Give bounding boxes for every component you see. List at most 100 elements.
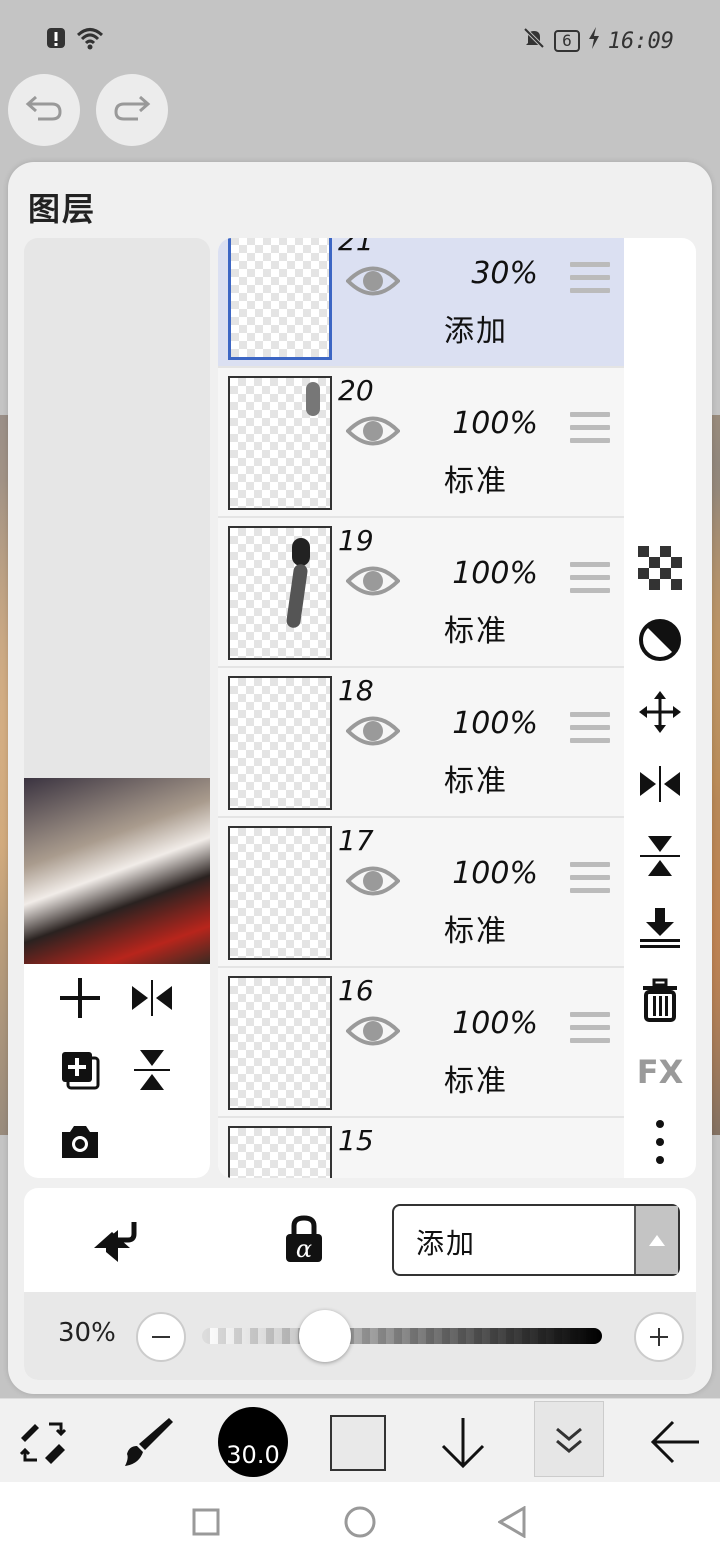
layer-opacity: 100% xyxy=(452,706,538,741)
visibility-eye-icon[interactable] xyxy=(346,1004,400,1058)
checkerboard-icon xyxy=(638,546,682,590)
layer-number: 17 xyxy=(338,824,374,857)
main-toolbar: 30.0 xyxy=(0,1398,720,1482)
drag-handle-icon[interactable] xyxy=(570,562,610,596)
opacity-slider-knob[interactable] xyxy=(299,1310,351,1362)
duplicate-layer-button[interactable] xyxy=(56,1046,104,1094)
blend-mode-select[interactable]: 添加 xyxy=(392,1204,680,1276)
dropdown-arrow-icon[interactable] xyxy=(634,1206,678,1274)
system-back-button[interactable] xyxy=(497,1505,526,1542)
alpha-lock-icon: α xyxy=(286,1215,322,1263)
opacity-slider-track[interactable] xyxy=(202,1328,602,1344)
layer-blend-mode: 添加 xyxy=(444,314,508,349)
layer-properties: α 添加 30% xyxy=(24,1188,696,1380)
color-swatch[interactable] xyxy=(330,1415,386,1471)
layer-thumbnail[interactable] xyxy=(228,238,332,360)
layer-opacity: 100% xyxy=(452,406,538,441)
svg-text:α: α xyxy=(296,1235,312,1263)
alpha-lock-button[interactable]: α xyxy=(276,1212,332,1268)
undo-button[interactable] xyxy=(8,74,80,146)
flip-horizontal-icon xyxy=(132,980,172,1016)
charging-icon xyxy=(588,27,600,55)
more-options-button[interactable] xyxy=(632,1114,688,1170)
move-arrows-icon xyxy=(639,691,681,733)
layer-thumbnail[interactable] xyxy=(228,676,332,810)
layer-number: 15 xyxy=(338,1124,374,1157)
layer-thumbnail[interactable] xyxy=(228,526,332,660)
layer-thumbnail[interactable] xyxy=(228,376,332,510)
layer-number: 20 xyxy=(338,374,374,407)
delete-layer-button[interactable] xyxy=(632,972,688,1028)
clipping-button[interactable] xyxy=(632,612,688,668)
flip-vertical-canvas-button[interactable] xyxy=(128,1046,176,1094)
redo-icon xyxy=(112,93,152,127)
panel-title: 图层 xyxy=(28,190,97,228)
camera-icon xyxy=(62,1126,98,1158)
flip-layer-vertical-button[interactable] xyxy=(632,828,688,884)
layer-tools xyxy=(24,964,210,1178)
tool-switch-button[interactable] xyxy=(8,1407,78,1477)
layer-row[interactable]: 19 100% 标准 xyxy=(218,518,624,668)
flip-vertical-icon xyxy=(134,1050,170,1090)
brush-tool-button[interactable] xyxy=(112,1407,182,1477)
layer-row[interactable]: 17 100% 标准 xyxy=(218,818,624,968)
alert-icon xyxy=(46,26,66,54)
visibility-eye-icon[interactable] xyxy=(346,404,400,458)
brush-icon xyxy=(125,1418,173,1466)
visibility-eye-icon[interactable] xyxy=(346,554,400,608)
flip-layer-horizontal-button[interactable] xyxy=(632,756,688,812)
canvas-thumbnail[interactable] xyxy=(24,778,210,964)
home-button[interactable] xyxy=(344,1506,376,1542)
layer-opacity: 100% xyxy=(452,1006,538,1041)
layer-thumbnail[interactable] xyxy=(228,1126,332,1178)
clip-to-below-button[interactable] xyxy=(94,1212,150,1268)
transparency-button[interactable] xyxy=(632,540,688,596)
layer-list[interactable]: 21 30% 添加 20 100% 标准 19 100% 标准 18 100% … xyxy=(218,238,624,1178)
layer-thumbnail[interactable] xyxy=(228,976,332,1110)
layer-thumbnail[interactable] xyxy=(228,826,332,960)
drag-handle-icon[interactable] xyxy=(570,1012,610,1046)
collapse-panel-button[interactable] xyxy=(534,1401,604,1477)
layer-opacity: 100% xyxy=(452,856,538,891)
pen-eraser-swap-icon xyxy=(19,1422,67,1464)
status-bar: 6 16:09 xyxy=(0,0,720,80)
recent-apps-button[interactable] xyxy=(192,1508,220,1540)
redo-button[interactable] xyxy=(96,74,168,146)
visibility-eye-icon[interactable] xyxy=(346,854,400,908)
import-photo-button[interactable] xyxy=(56,1118,104,1166)
visibility-eye-icon[interactable] xyxy=(346,254,400,308)
move-layer-button[interactable] xyxy=(632,684,688,740)
blend-mode-value: 添加 xyxy=(416,1227,477,1260)
opacity-increase-button[interactable] xyxy=(634,1312,684,1362)
layer-number: 19 xyxy=(338,524,374,557)
layer-opacity: 30% xyxy=(471,256,538,291)
opacity-decrease-button[interactable] xyxy=(136,1312,186,1362)
flip-horizontal-canvas-button[interactable] xyxy=(128,974,176,1022)
drag-handle-icon[interactable] xyxy=(570,412,610,446)
triangle-back-icon xyxy=(497,1505,526,1539)
back-button[interactable] xyxy=(640,1407,710,1477)
fx-button[interactable]: FX xyxy=(632,1044,688,1100)
layer-row[interactable]: 20 100% 标准 xyxy=(218,368,624,518)
opacity-value-label: 30% xyxy=(58,1318,116,1348)
visibility-eye-icon[interactable] xyxy=(346,704,400,758)
drag-handle-icon[interactable] xyxy=(570,712,610,746)
layer-opacity: 100% xyxy=(452,556,538,591)
move-down-button[interactable] xyxy=(428,1407,498,1477)
layer-row[interactable]: 16 100% 标准 xyxy=(218,968,624,1118)
drag-handle-icon[interactable] xyxy=(570,262,610,296)
arrow-left-icon xyxy=(650,1420,699,1464)
brush-size-indicator[interactable]: 30.0 xyxy=(218,1407,288,1477)
layer-row[interactable]: 21 30% 添加 xyxy=(218,238,624,368)
opacity-control: 30% xyxy=(24,1292,696,1380)
undo-icon xyxy=(24,93,64,127)
duplicate-icon xyxy=(62,1052,100,1090)
layer-blend-mode: 标准 xyxy=(444,914,508,949)
layer-row[interactable]: 15 xyxy=(218,1118,624,1178)
minus-icon xyxy=(152,1336,170,1338)
drag-handle-icon[interactable] xyxy=(570,862,610,896)
system-nav-bar xyxy=(0,1482,720,1560)
add-layer-button[interactable] xyxy=(56,974,104,1022)
layer-row[interactable]: 18 100% 标准 xyxy=(218,668,624,818)
merge-down-button[interactable] xyxy=(632,900,688,956)
